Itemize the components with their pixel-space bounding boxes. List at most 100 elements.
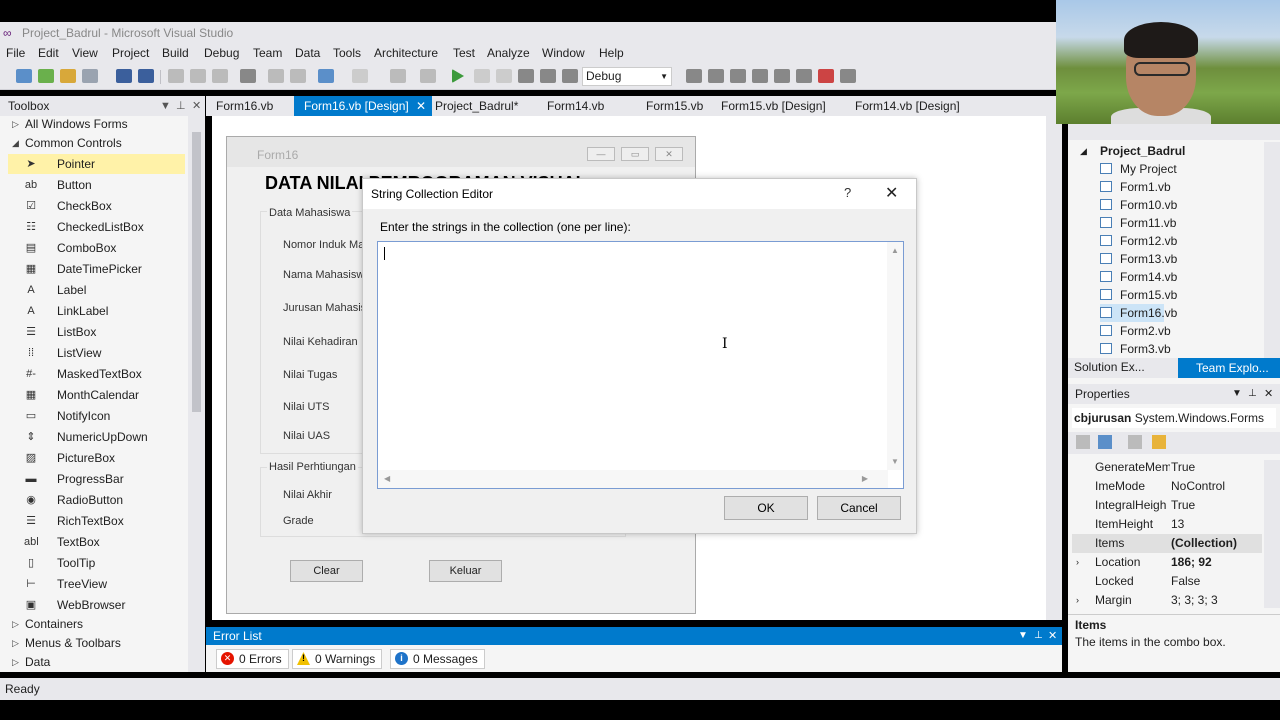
menu-debug[interactable]: Debug [204,46,239,60]
toolbox-item-tooltip[interactable]: ▯ ToolTip [8,553,185,573]
toolbox-item-radiobutton[interactable]: ◉ RadioButton [8,490,185,510]
keluar-button[interactable]: Keluar [429,560,502,582]
comment-icon[interactable] [268,69,284,83]
solution-configuration-select[interactable]: Debug ▼ [582,67,672,86]
tab-form16-vb[interactable]: Form16.vb [206,96,298,116]
toolbox-item-richtextbox[interactable]: ☰ RichTextBox [8,511,185,531]
tool-icon-5[interactable] [774,69,790,83]
property-row-integralheigh[interactable]: IntegralHeigh True [1072,496,1262,515]
navigate-back-icon[interactable] [390,69,406,83]
menu-team[interactable]: Team [253,46,282,60]
designer-scrollbar[interactable] [1046,116,1062,620]
paste-icon[interactable] [212,69,228,83]
toolbox-item-label[interactable]: A Label [8,280,185,300]
toolbox-scrollbar[interactable] [188,116,205,672]
toolbox-item-monthcalendar[interactable]: ▦ MonthCalendar [8,385,185,405]
properties-icon[interactable] [1128,435,1142,449]
close-icon[interactable]: ✕ [192,96,201,116]
tab-solution-explorer[interactable]: Solution Ex... [1074,360,1145,374]
menu-edit[interactable]: Edit [38,46,59,60]
scroll-up-icon[interactable]: ▲ [891,246,899,255]
scroll-right-icon[interactable]: ▶ [862,474,868,483]
pause-icon[interactable] [474,69,490,83]
menu-architecture[interactable]: Architecture [374,46,438,60]
toolbox-item-numericupdown[interactable]: ⇕ NumericUpDown [8,427,185,447]
uncomment-icon[interactable] [290,69,306,83]
menu-analyze[interactable]: Analyze [487,46,530,60]
pin-icon[interactable]: ⊥ [1248,384,1257,404]
tab-project[interactable]: Project_Badrul* [425,96,537,116]
dropdown-arrow-icon[interactable]: ▼ [1018,627,1028,645]
tab-form15-design[interactable]: Form15.vb [Design] [711,96,845,116]
vertical-scrollbar[interactable]: ▲ ▼ [887,242,903,470]
toolbox-item-pointer[interactable]: ➤ Pointer [8,154,185,174]
ok-button[interactable]: OK [724,496,808,520]
property-row-margin[interactable]: › Margin 3; 3; 3; 3 [1072,591,1262,610]
menu-file[interactable]: File [6,46,25,60]
categorized-icon[interactable] [1076,435,1090,449]
tab-team-explorer[interactable]: Team Explo... [1178,358,1280,378]
property-row-locked[interactable]: Locked False [1072,572,1262,591]
tab-form14-design[interactable]: Form14.vb [Design] [845,96,979,116]
start-debug-icon[interactable] [452,69,464,83]
menu-tools[interactable]: Tools [333,46,361,60]
property-row-items[interactable]: Items (Collection) [1072,534,1262,553]
indent-icon[interactable] [540,69,556,83]
add-item-icon[interactable] [38,69,54,83]
tool-icon-1[interactable] [686,69,702,83]
open-file-icon[interactable] [82,69,98,83]
toolbox-item-webbrowser[interactable]: ▣ WebBrowser [8,595,185,615]
cut-icon[interactable] [168,69,184,83]
menu-project[interactable]: Project [112,46,149,60]
scroll-left-icon[interactable]: ◀ [384,474,390,483]
toolbox-item-treeview[interactable]: ⊢ TreeView [8,574,185,594]
help-icon[interactable]: ? [844,185,851,200]
events-icon[interactable] [1152,435,1166,449]
toolbox-item-maskedtextbox[interactable]: #- MaskedTextBox [8,364,185,384]
stop-icon[interactable] [496,69,512,83]
find-icon[interactable] [240,69,256,83]
toolbox-item-textbox[interactable]: abl TextBox [8,532,185,552]
step-icon[interactable] [518,69,534,83]
toolbox-item-datetimepicker[interactable]: ▦ DateTimePicker [8,259,185,279]
close-icon[interactable]: ✕ [1048,627,1057,645]
menu-build[interactable]: Build [162,46,189,60]
warnings-filter-button[interactable]: ! 0 Warnings [292,649,383,669]
strings-textarea[interactable]: ▲ ▼ ◀ ▶ [377,241,904,489]
expand-arrow-icon[interactable]: › [1076,553,1079,572]
pin-icon[interactable]: ⊥ [176,96,186,116]
tab-form14-vb[interactable]: Form14.vb [537,96,641,116]
toolbox-item-listview[interactable]: ⁞⁞ ListView [8,343,185,363]
copy-icon[interactable] [190,69,206,83]
scrollbar-thumb[interactable] [192,132,201,412]
solution-item[interactable]: Form16.vb [1100,304,1177,322]
property-row-itemheight[interactable]: ItemHeight 13 [1072,515,1262,534]
alphabetical-icon[interactable] [1098,435,1112,449]
dropdown-arrow-icon[interactable]: ▼ [160,96,171,116]
menu-data[interactable]: Data [295,46,320,60]
expand-arrow-icon[interactable]: › [1076,591,1079,610]
toolbox-item-linklabel[interactable]: A LinkLabel [8,301,185,321]
toolbox-item-checkbox[interactable]: ☑ CheckBox [8,196,185,216]
toolbox-item-checkedlistbox[interactable]: ☷ CheckedListBox [8,217,185,237]
undo-icon[interactable] [318,69,334,83]
toolbox-item-combobox[interactable]: ▤ ComboBox [8,238,185,258]
menu-help[interactable]: Help [599,46,624,60]
scroll-down-icon[interactable]: ▼ [891,457,899,466]
object-selector[interactable]: cbjurusan System.Windows.Forms [1072,408,1276,428]
tab-form16-design[interactable]: Form16.vb [Design] ✕ [294,96,432,116]
pin-icon[interactable]: ⊥ [1034,627,1043,645]
tool-icon-7[interactable] [818,69,834,83]
menu-test[interactable]: Test [453,46,475,60]
messages-filter-button[interactable]: i 0 Messages [390,649,485,669]
property-row-imemode[interactable]: ImeMode NoControl [1072,477,1262,496]
save-all-icon[interactable] [138,69,154,83]
tool-icon-6[interactable] [796,69,812,83]
cancel-button[interactable]: Cancel [817,496,901,520]
outdent-icon[interactable] [562,69,578,83]
solution-explorer-scrollbar[interactable] [1264,142,1280,358]
tool-icon-8[interactable] [840,69,856,83]
errors-filter-button[interactable]: ✕ 0 Errors [216,649,289,669]
navigate-forward-icon[interactable] [420,69,436,83]
close-icon[interactable]: ✕ [885,183,898,203]
